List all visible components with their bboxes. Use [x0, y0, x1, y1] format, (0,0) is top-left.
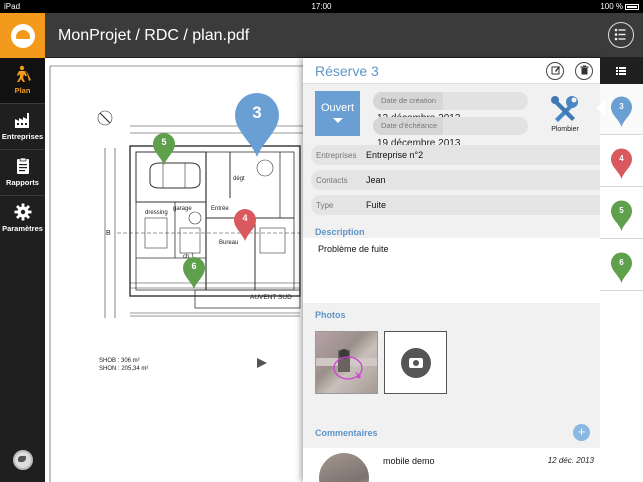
add-comment-button[interactable]: + [573, 424, 590, 441]
top-bar: MonProjet / RDC / plan.pdf [45, 13, 643, 58]
list-icon [614, 28, 626, 41]
rail-header[interactable] [600, 58, 643, 84]
photo-image [316, 349, 377, 380]
worker-shovel-icon [16, 65, 31, 82]
battery-icon [625, 3, 639, 10]
sidebar-item-entreprises[interactable]: Entreprises [0, 104, 45, 149]
sidebar-item-plan[interactable]: Plan [0, 58, 45, 103]
type-field[interactable]: Type Fuite [311, 195, 600, 215]
helmet-icon [10, 23, 35, 48]
type-label: Type [316, 201, 334, 210]
marker-number: 4 [619, 154, 624, 163]
camera-icon [401, 348, 431, 378]
reserve-marker-6[interactable]: 6 [182, 256, 206, 290]
marker-number: 4 [242, 213, 248, 223]
gear-icon [14, 203, 31, 221]
battery-status: 100 % [600, 0, 639, 13]
selection-arrow [596, 100, 605, 116]
sidebar: Plan Entreprises Rapports Paramètres [0, 13, 45, 482]
clock: 17:00 [311, 2, 332, 11]
status-bar: iPad 17:00 100 % [0, 0, 643, 13]
type-value: Fuite [366, 200, 387, 210]
room-label-entree: Entrée [211, 206, 229, 212]
entreprise-field[interactable]: Entreprises Entreprise n°2 [311, 145, 600, 165]
add-photo-button[interactable] [384, 331, 447, 394]
room-label-garage: garage [173, 206, 192, 212]
marker-number: 6 [191, 261, 197, 271]
breadcrumb: MonProjet / RDC / plan.pdf [58, 27, 250, 44]
creation-date-field[interactable]: Date de création12 décembre 2013 [373, 92, 528, 124]
room-label-dressing: dressing [145, 210, 168, 216]
battery-label: 100 % [600, 2, 623, 11]
sidebar-item-label: Paramètres [2, 224, 43, 233]
map-pin-icon [235, 93, 279, 157]
marker-number: 5 [161, 137, 167, 147]
sidebar-item-label: Rapports [6, 178, 39, 187]
reserve-list-rail: 3 4 5 6 [596, 58, 643, 482]
rail-item-reserve-4[interactable]: 4 [600, 136, 643, 187]
factory-icon [14, 113, 29, 128]
rail-item-reserve-5[interactable]: 5 [600, 188, 643, 239]
due-date-field[interactable]: Date d'échéance19 décembre 2013 [373, 117, 528, 149]
entreprise-label: Entreprises [316, 151, 357, 160]
chevron-down-icon [332, 118, 343, 123]
comment-author: mobile demo [383, 456, 435, 466]
marker-number: 5 [619, 206, 624, 215]
auvent-label: AUVENT SUD [250, 294, 292, 301]
delete-button[interactable] [575, 62, 593, 80]
reserve-marker-3[interactable]: 3 [233, 91, 281, 159]
edit-button[interactable] [546, 62, 564, 80]
list-icon [616, 67, 626, 75]
photo-thumbnail[interactable] [315, 331, 378, 394]
rail-item-reserve-6[interactable]: 6 [600, 240, 643, 291]
app-screen: iPad 17:00 100 % Plan Entreprises Rappor… [0, 0, 643, 482]
sidebar-item-label: Plan [14, 86, 31, 95]
reserve-marker-5[interactable]: 5 [152, 132, 176, 166]
trash-icon [580, 65, 588, 75]
reserve-detail-panel: Réserve 3 Ouvert Date de création12 déce… [303, 58, 600, 482]
shon-label: SHON : 205,34 m² [99, 366, 149, 372]
trade-selector[interactable]: Plombier [548, 94, 582, 133]
sidebar-item-parametres[interactable]: Paramètres [0, 196, 45, 241]
panel-header: Réserve 3 [303, 58, 600, 84]
section-label: B [106, 230, 111, 237]
marker-number: 6 [619, 258, 624, 267]
tools-icon [551, 96, 578, 122]
floor-plan-view[interactable]: garage dressing Entrée dégt ch 1 Bureau … [45, 58, 303, 482]
reserve-title: Réserve 3 [315, 63, 379, 79]
status-dropdown[interactable]: Ouvert [315, 91, 360, 136]
description-heading: Description [315, 227, 365, 237]
globe-icon[interactable] [13, 450, 33, 470]
sidebar-item-label: Entreprises [1, 132, 44, 141]
comments-heading: Commentaires [315, 428, 378, 438]
rail-item-reserve-3[interactable]: 3 [600, 84, 643, 135]
contact-label: Contacts [316, 176, 348, 185]
edit-icon [551, 66, 560, 75]
trade-label: Plombier [551, 126, 579, 133]
contact-field[interactable]: Contacts Jean [311, 170, 600, 190]
clipboard-icon [16, 157, 29, 174]
photos-heading: Photos [315, 310, 346, 320]
marker-number: 3 [619, 102, 624, 111]
contact-value: Jean [366, 175, 386, 185]
comment-date: 12 déc. 2013 [547, 456, 594, 465]
entreprise-value: Entreprise n°2 [366, 150, 424, 160]
reserve-marker-4[interactable]: 4 [233, 208, 257, 242]
list-view-button[interactable] [608, 22, 634, 48]
due-date-label: Date d'échéance [373, 117, 443, 135]
creation-date-label: Date de création [373, 92, 443, 110]
app-logo[interactable] [0, 13, 45, 58]
shob-label: SHOB : 306 m² [99, 358, 140, 364]
sidebar-item-rapports[interactable]: Rapports [0, 150, 45, 195]
description-text: Problème de fuite [318, 244, 389, 254]
status-value: Ouvert [320, 102, 354, 114]
marker-number: 3 [252, 103, 262, 122]
room-label-degagement: dégt [233, 176, 245, 182]
